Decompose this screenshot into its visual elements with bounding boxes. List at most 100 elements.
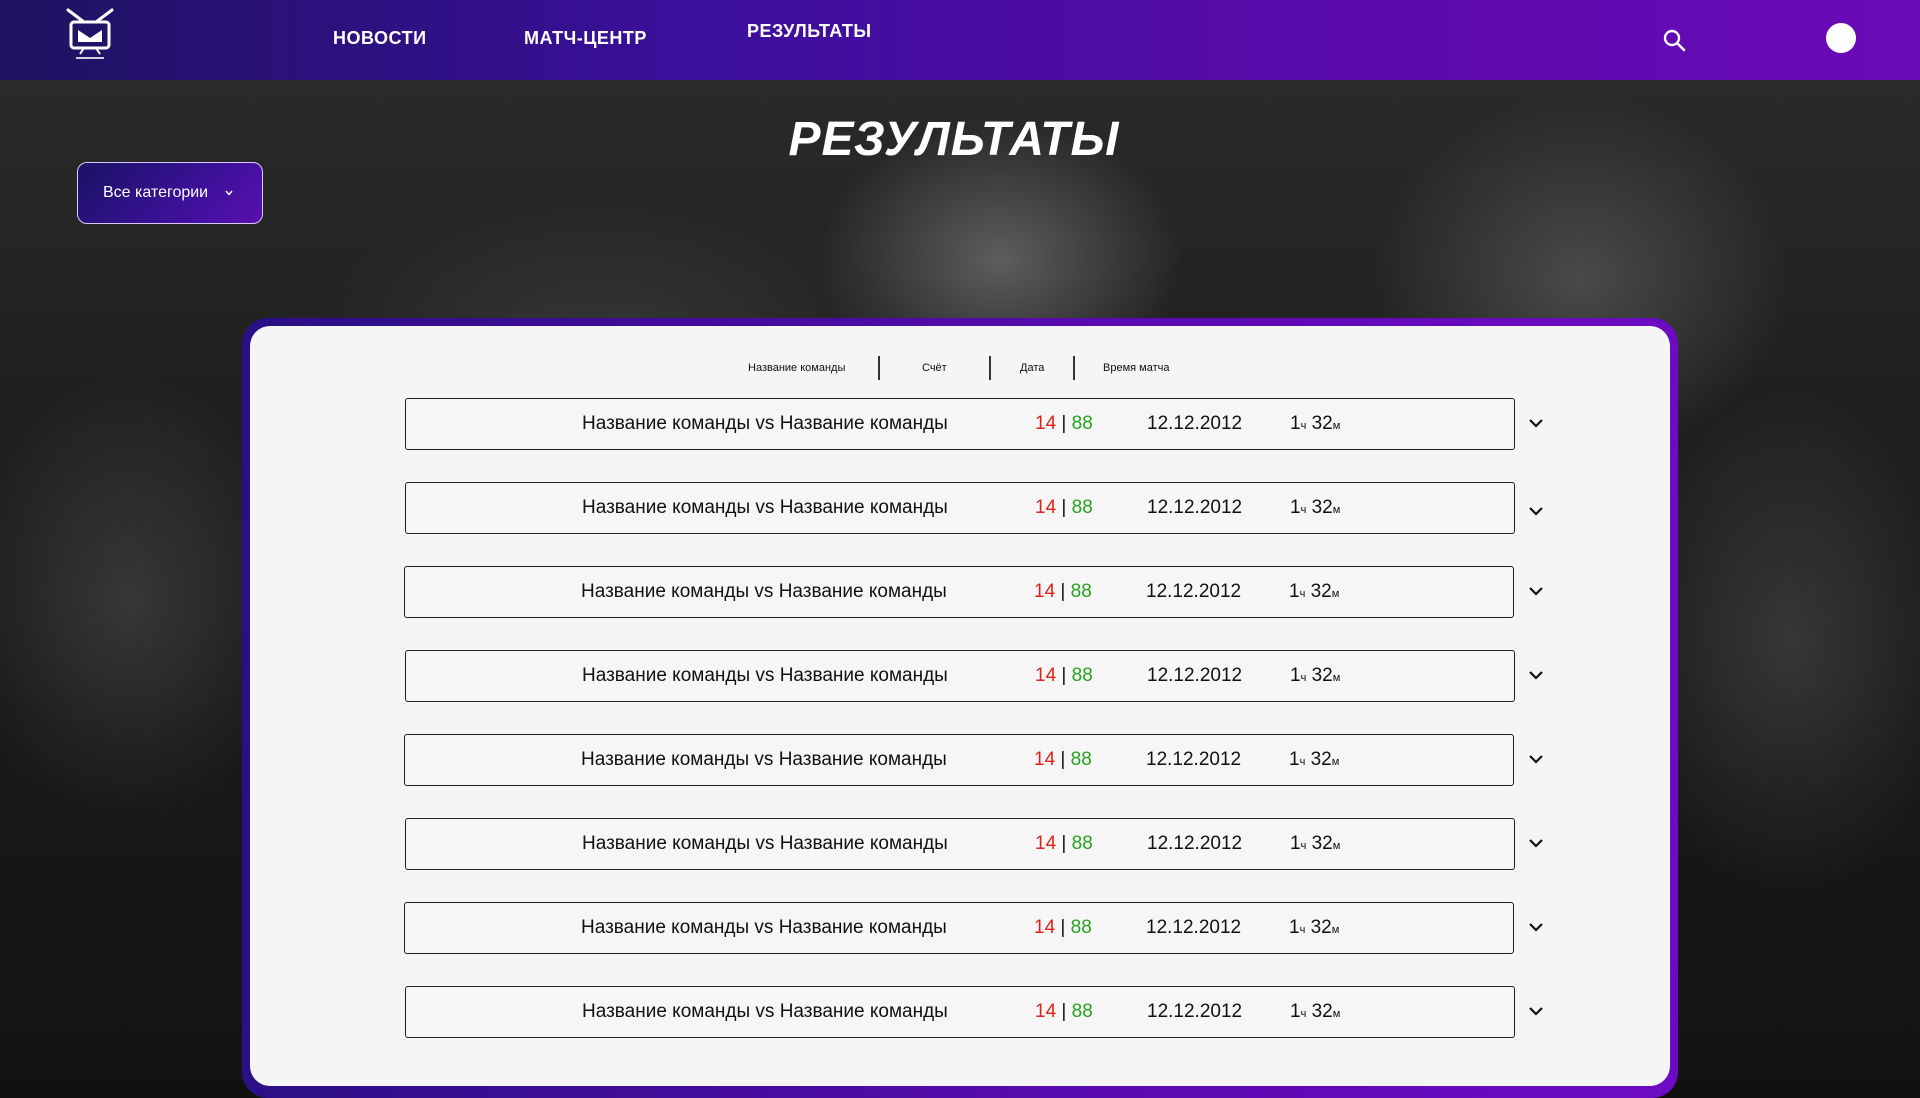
nav-news[interactable]: НОВОСТИ — [333, 28, 427, 49]
score-separator: | — [1055, 917, 1071, 938]
duration-hours: 1 — [1290, 665, 1301, 686]
match-teams: Название команды vs Название команды — [582, 665, 948, 686]
top-navbar: НОВОСТИ МАТЧ-ЦЕНТР РЕЗУЛЬТАТЫ — [0, 0, 1920, 80]
score-team1: 14 — [1035, 413, 1057, 434]
match-score: 14 | 88 — [1035, 833, 1093, 855]
match-teams: Название команды vs Название команды — [582, 833, 948, 854]
duration-minutes: 32 — [1310, 917, 1332, 938]
match-duration: 1ч 32м — [1290, 413, 1340, 435]
match-date: 12.12.2012 — [1147, 833, 1243, 854]
chevron-down-icon[interactable] — [1526, 416, 1546, 430]
score-team2: 88 — [1071, 665, 1093, 686]
score-separator: | — [1056, 665, 1072, 686]
match-row[interactable]: Название команды vs Название команды 14 … — [405, 398, 1515, 450]
chevron-down-icon[interactable] — [1526, 668, 1546, 682]
match-row[interactable]: Название команды vs Название команды 14 … — [404, 566, 1514, 618]
match-score: 14 | 88 — [1034, 581, 1092, 603]
score-team2: 88 — [1070, 581, 1092, 602]
match-duration: 1ч 32м — [1290, 665, 1340, 687]
score-separator: | — [1056, 1001, 1072, 1022]
column-header-teams: Название команды — [748, 362, 846, 374]
duration-minutes-unit: м — [1332, 840, 1341, 852]
chevron-down-icon[interactable] — [1526, 836, 1546, 850]
duration-minutes-unit: м — [1332, 420, 1341, 432]
duration-hours: 1 — [1290, 833, 1301, 854]
match-row[interactable]: Название команды vs Название команды 14 … — [404, 734, 1514, 786]
match-date: 12.12.2012 — [1146, 581, 1242, 602]
match-teams: Название команды vs Название команды — [582, 413, 948, 434]
match-teams: Название команды vs Название команды — [582, 497, 948, 518]
score-team2: 88 — [1071, 413, 1093, 434]
nav-match-center[interactable]: МАТЧ-ЦЕНТР — [524, 28, 647, 49]
chevron-down-icon[interactable] — [1526, 920, 1546, 934]
duration-hours: 1 — [1289, 749, 1300, 770]
match-duration: 1ч 32м — [1290, 1001, 1340, 1023]
match-score: 14 | 88 — [1034, 749, 1092, 771]
score-team1: 14 — [1035, 497, 1057, 518]
score-separator: | — [1056, 833, 1072, 854]
score-separator: | — [1056, 497, 1072, 518]
duration-hours: 1 — [1289, 917, 1300, 938]
match-teams: Название команды vs Название команды — [581, 749, 947, 770]
column-header-score: Счёт — [922, 362, 947, 374]
match-date: 12.12.2012 — [1147, 413, 1243, 434]
match-teams: Название команды vs Название команды — [581, 917, 947, 938]
match-teams: Название команды vs Название команды — [582, 1001, 948, 1022]
score-team2: 88 — [1071, 497, 1093, 518]
duration-hours-unit: ч — [1300, 672, 1307, 684]
score-team2: 88 — [1071, 833, 1093, 854]
duration-minutes: 32 — [1311, 833, 1333, 854]
score-separator: | — [1056, 413, 1072, 434]
match-duration: 1ч 32м — [1289, 581, 1339, 603]
chevron-down-icon[interactable] — [1526, 1004, 1546, 1018]
duration-minutes: 32 — [1311, 497, 1333, 518]
duration-hours: 1 — [1290, 497, 1301, 518]
match-duration: 1ч 32м — [1289, 749, 1339, 771]
column-header-duration: Время матча — [1103, 362, 1170, 374]
score-team1: 14 — [1034, 917, 1056, 938]
tv-logo[interactable] — [62, 8, 118, 62]
duration-hours: 1 — [1289, 581, 1300, 602]
match-teams: Название команды vs Название команды — [581, 581, 947, 602]
duration-minutes: 32 — [1310, 749, 1332, 770]
chevron-down-icon[interactable] — [1526, 584, 1546, 598]
score-team1: 14 — [1035, 665, 1057, 686]
duration-hours-unit: ч — [1300, 420, 1307, 432]
duration-minutes-unit: м — [1331, 924, 1340, 936]
column-divider — [1073, 356, 1075, 380]
score-team2: 88 — [1070, 917, 1092, 938]
match-score: 14 | 88 — [1035, 413, 1093, 435]
match-date: 12.12.2012 — [1146, 749, 1242, 770]
duration-hours: 1 — [1290, 1001, 1301, 1022]
match-duration: 1ч 32м — [1290, 497, 1340, 519]
chevron-down-icon[interactable] — [1526, 752, 1546, 766]
duration-hours-unit: ч — [1299, 924, 1306, 936]
search-icon[interactable] — [1662, 28, 1688, 54]
duration-minutes-unit: м — [1331, 756, 1340, 768]
category-dropdown[interactable]: Все категории — [77, 162, 263, 224]
match-row[interactable]: Название команды vs Название команды 14 … — [405, 482, 1515, 534]
duration-hours: 1 — [1290, 413, 1301, 434]
score-team2: 88 — [1071, 1001, 1093, 1022]
duration-minutes: 32 — [1311, 665, 1333, 686]
results-panel: Название команды Счёт Дата Время матча Н… — [250, 326, 1670, 1086]
match-row[interactable]: Название команды vs Название команды 14 … — [404, 902, 1514, 954]
score-separator: | — [1055, 581, 1071, 602]
match-row[interactable]: Название команды vs Название команды 14 … — [405, 986, 1515, 1038]
column-divider — [878, 356, 880, 380]
duration-hours-unit: ч — [1299, 588, 1306, 600]
match-row[interactable]: Название команды vs Название команды 14 … — [405, 818, 1515, 870]
match-score: 14 | 88 — [1035, 1001, 1093, 1023]
match-score: 14 | 88 — [1034, 917, 1092, 939]
page-title: РЕЗУЛЬТАТЫ — [788, 113, 1120, 166]
chevron-down-icon[interactable] — [1526, 504, 1546, 518]
column-header-date: Дата — [1020, 362, 1045, 374]
duration-hours-unit: ч — [1300, 840, 1307, 852]
match-row[interactable]: Название команды vs Название команды 14 … — [405, 650, 1515, 702]
score-team2: 88 — [1070, 749, 1092, 770]
nav-results[interactable]: РЕЗУЛЬТАТЫ — [747, 21, 871, 42]
duration-hours-unit: ч — [1300, 504, 1307, 516]
duration-hours-unit: ч — [1300, 1008, 1307, 1020]
duration-minutes: 32 — [1311, 1001, 1333, 1022]
user-avatar[interactable] — [1826, 23, 1856, 53]
